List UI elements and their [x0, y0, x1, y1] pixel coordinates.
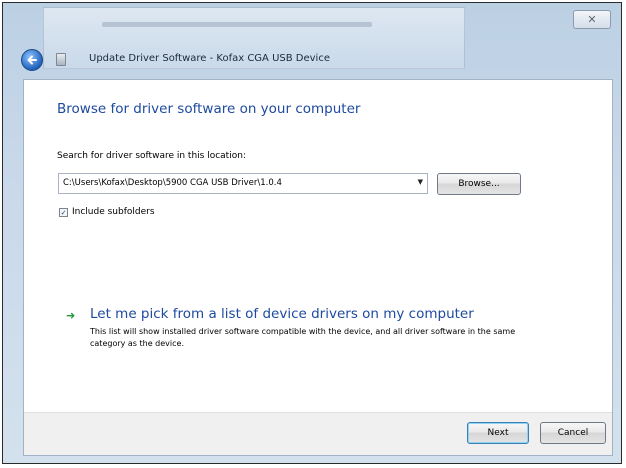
dialog-window: ✕ Update Driver Software - Kofax CGA USB… — [2, 2, 622, 464]
driver-path-value: C:\Users\Kofax\Desktop\5900 CGA USB Driv… — [63, 178, 282, 188]
page-heading: Browse for driver software on your compu… — [57, 101, 361, 117]
include-subfolders-checkbox[interactable]: ✓ — [59, 207, 68, 217]
back-arrow-icon — [27, 55, 37, 65]
driver-path-combobox[interactable]: C:\Users\Kofax\Desktop\5900 CGA USB Driv… — [58, 173, 428, 194]
include-subfolders-label[interactable]: Include subfolders — [72, 207, 155, 217]
chevron-down-icon[interactable]: ▼ — [418, 178, 423, 186]
title-bar: ✕ Update Driver Software - Kofax CGA USB… — [3, 3, 621, 79]
browse-button[interactable]: Browse... — [437, 173, 521, 195]
checkmark-icon: ✓ — [60, 208, 67, 217]
wizard-content: Browse for driver software on your compu… — [23, 79, 613, 456]
window-title: Update Driver Software - Kofax CGA USB D… — [89, 53, 330, 64]
next-button[interactable]: Next — [467, 422, 529, 444]
green-arrow-icon: ➜ — [66, 309, 76, 322]
usb-device-icon — [56, 53, 66, 66]
search-location-label: Search for driver software in this locat… — [57, 151, 246, 161]
background-window-title — [102, 22, 372, 27]
close-icon: ✕ — [587, 13, 597, 26]
include-subfolders-option[interactable]: ✓ Include subfolders — [59, 207, 155, 217]
back-button[interactable] — [21, 49, 43, 71]
button-bar: Next Cancel — [24, 412, 612, 455]
cancel-button[interactable]: Cancel — [540, 422, 606, 444]
pick-from-list-title[interactable]: Let me pick from a list of device driver… — [90, 306, 474, 322]
close-button[interactable]: ✕ — [573, 10, 611, 29]
pick-from-list-description: This list will show installed driver sof… — [90, 327, 516, 348]
